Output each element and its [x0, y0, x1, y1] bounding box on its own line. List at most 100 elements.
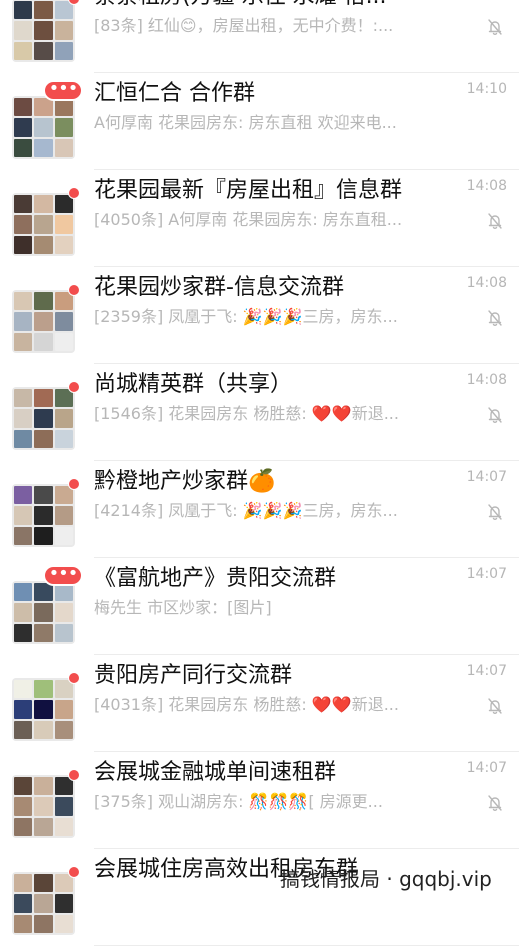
mute-bell-icon — [485, 211, 505, 231]
chat-title: 会展城金融城单间速租群 — [94, 760, 337, 785]
avatar-tile — [54, 138, 73, 157]
unread-dot-badge — [68, 478, 80, 490]
group-avatar — [12, 581, 75, 644]
group-avatar — [12, 193, 75, 256]
chat-title: 蔡蔡租房(万疆 乐住 永耀 怡... — [94, 0, 444, 11]
watermark-text: 搞钱情报局 · gqqbj.vip — [280, 867, 492, 891]
avatar-tile — [14, 777, 33, 796]
avatar-tile — [34, 292, 53, 311]
chat-row[interactable]: 会展城住房高效出租房东群 — [0, 849, 519, 946]
chat-preview: [4214条] 凤凰于飞: 🎉🎉🎉三房，房东... — [94, 501, 398, 520]
avatar-tile — [54, 720, 73, 739]
avatar-tile — [34, 486, 53, 505]
avatar-tile — [14, 797, 33, 816]
chat-time: 14:07 — [466, 663, 507, 679]
mute-bell-icon — [485, 502, 505, 522]
chat-row[interactable]: 花果园炒家群-信息交流群 [2359条] 凤凰于飞: 🎉🎉🎉三房，房东... 14:… — [0, 267, 519, 364]
chat-time: 14:07 — [466, 469, 507, 485]
chat-row[interactable]: ••• 《富航地产》贵阳交流群 梅先生 市区炒家：[图片] 14:07 — [0, 558, 519, 655]
unread-dot-badge — [68, 769, 80, 781]
chat-row[interactable]: 会展城金融城单间速租群 [375条] 观山湖房东: 🎊🎊🎊[ 房源更... 14:0… — [0, 752, 519, 849]
avatar-tile — [34, 195, 53, 214]
avatar-tile — [54, 894, 73, 913]
chat-preview: [83条] 红仙😊，房屋出租，无中介费！:... — [94, 16, 394, 35]
avatar-tile — [34, 777, 53, 796]
chat-row[interactable]: 黔橙地产炒家群🍊 [4214条] 凤凰于飞: 🎉🎉🎉三房，房东... 14:07 — [0, 461, 519, 558]
chat-list: 蔡蔡租房(万疆 乐住 永耀 怡... [83条] 红仙😊，房屋出租，无中介费！:.… — [0, 0, 519, 946]
avatar-tile — [54, 429, 73, 448]
mute-bell-icon — [485, 17, 505, 37]
avatar-tile — [54, 797, 73, 816]
avatar-tile — [34, 603, 53, 622]
avatar-tile — [54, 215, 73, 234]
avatar-tile — [34, 894, 53, 913]
avatar-tile — [14, 623, 33, 642]
avatar-tile — [14, 138, 33, 157]
avatar-tile — [14, 680, 33, 699]
chat-title: 黔橙地产炒家群🍊 — [94, 469, 276, 494]
avatar-tile — [14, 195, 33, 214]
avatar-tile — [14, 429, 33, 448]
chat-time: 14:08 — [466, 178, 507, 194]
chat-row[interactable]: ••• 汇恒仁合 合作群 A何厚南 花果园房东: 房东直租 欢迎来电... 14:10 — [0, 73, 519, 170]
avatar-tile — [54, 21, 73, 40]
mute-bell-icon-svg — [488, 407, 502, 423]
chat-title: 尚城精英群（共享） — [94, 372, 293, 397]
avatar-tile — [14, 583, 33, 602]
avatar-tile — [14, 506, 33, 525]
group-avatar — [12, 872, 75, 935]
avatar-tile — [34, 914, 53, 933]
avatar-tile — [34, 623, 53, 642]
group-avatar — [12, 387, 75, 450]
chat-time: 14:08 — [466, 372, 507, 388]
chat-preview: [4050条] A何厚南 花果园房东: 房东直租... — [94, 210, 403, 229]
unread-dot-badge — [68, 672, 80, 684]
chat-title: 花果园炒家群-信息交流群 — [94, 275, 344, 300]
avatar-tile — [34, 98, 53, 117]
chat-title: 贵阳房产同行交流群 — [94, 663, 293, 688]
unread-dot-badge — [68, 381, 80, 393]
avatar-tile — [14, 312, 33, 331]
avatar-tile — [54, 312, 73, 331]
chat-time: 14:08 — [466, 275, 507, 291]
avatar-tile — [14, 874, 33, 893]
avatar-tile — [14, 389, 33, 408]
chat-time: 14:10 — [447, 0, 507, 1]
avatar-tile — [54, 603, 73, 622]
mute-bell-icon-svg — [488, 698, 502, 714]
avatar-tile — [34, 389, 53, 408]
mute-bell-icon — [485, 405, 505, 425]
avatar-tile — [54, 526, 73, 545]
mute-bell-icon-svg — [488, 795, 502, 811]
mute-bell-icon — [485, 696, 505, 716]
avatar-tile — [34, 215, 53, 234]
avatar-tile — [54, 623, 73, 642]
chat-title: 汇恒仁合 合作群 — [94, 81, 255, 106]
unread-more-badge: ••• — [43, 565, 83, 586]
chat-preview: [2359条] 凤凰于飞: 🎉🎉🎉三房，房东... — [94, 307, 398, 326]
avatar-tile — [54, 235, 73, 254]
avatar-tile — [14, 409, 33, 428]
avatar-tile — [54, 409, 73, 428]
chat-row[interactable]: 花果园最新『房屋出租』信息群 [4050条] A何厚南 花果园房东: 房东直租..… — [0, 170, 519, 267]
avatar-tile — [14, 817, 33, 836]
avatar-tile — [14, 700, 33, 719]
avatar-tile — [54, 332, 73, 351]
avatar-tile — [34, 138, 53, 157]
avatar-tile — [34, 874, 53, 893]
chat-row[interactable]: 蔡蔡租房(万疆 乐住 永耀 怡... [83条] 红仙😊，房屋出租，无中介费！:.… — [0, 0, 519, 73]
avatar-tile — [14, 894, 33, 913]
chat-preview: [1546条] 花果园房东 杨胜慈: ❤️❤️新退... — [94, 404, 399, 423]
avatar-tile — [34, 1, 53, 20]
avatar-tile — [54, 817, 73, 836]
group-avatar — [12, 0, 75, 62]
avatar-tile — [14, 914, 33, 933]
group-avatar — [12, 290, 75, 353]
avatar-tile — [34, 332, 53, 351]
chat-row[interactable]: 贵阳房产同行交流群 [4031条] 花果园房东 杨胜慈: ❤️❤️新退... 14:… — [0, 655, 519, 752]
chat-row[interactable]: 尚城精英群（共享） [1546条] 花果园房东 杨胜慈: ❤️❤️新退... 14:… — [0, 364, 519, 461]
chat-preview: 梅先生 市区炒家：[图片] — [94, 598, 272, 617]
avatar-tile — [14, 98, 33, 117]
chat-time: 14:07 — [466, 760, 507, 776]
avatar-tile — [34, 429, 53, 448]
